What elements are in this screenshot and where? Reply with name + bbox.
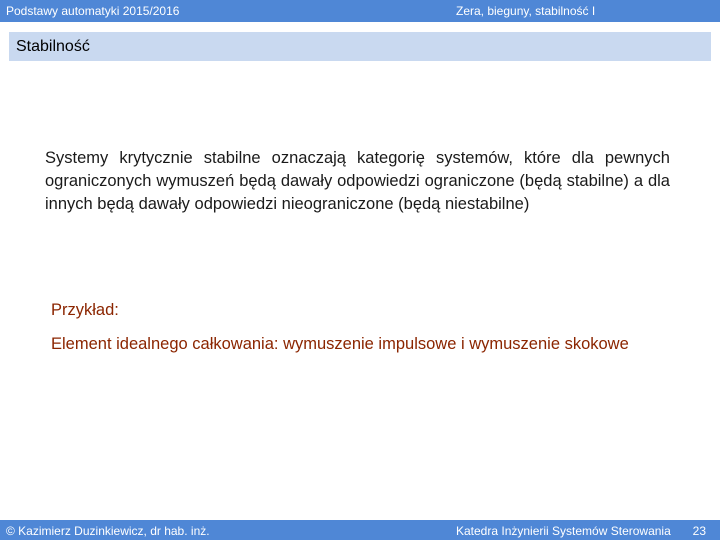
main-paragraph: Systemy krytycznie stabilne oznaczają ka…: [45, 149, 670, 213]
example-text: Element idealnego całkowania: wymuszenie…: [51, 335, 629, 353]
course-title: Podstawy automatyki 2015/2016: [6, 4, 180, 18]
example-label: Przykład:: [51, 301, 119, 319]
section-title-bar: Stabilność: [9, 32, 711, 61]
author-credit: © Kazimierz Duzinkiewicz, dr hab. inż.: [6, 524, 210, 538]
footer-bar: © Kazimierz Duzinkiewicz, dr hab. inż. K…: [0, 520, 720, 540]
section-title: Stabilność: [16, 38, 90, 55]
slide-topic: Zera, bieguny, stabilność I: [456, 4, 596, 18]
page-number: 23: [692, 524, 706, 538]
header-bar: Podstawy automatyki 2015/2016 Zera, bieg…: [0, 0, 720, 22]
department-name: Katedra Inżynierii Systemów Sterowania: [456, 524, 671, 538]
